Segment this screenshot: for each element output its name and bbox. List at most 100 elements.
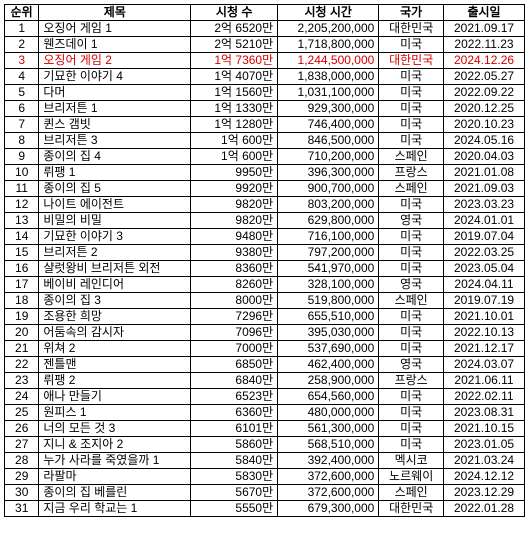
header-country: 국가 bbox=[379, 5, 444, 21]
date-cell: 2022.05.27 bbox=[444, 69, 525, 85]
date-cell: 2022.03.25 bbox=[444, 245, 525, 261]
table-row: 26너의 모든 것 36101만561,300,000미국2021.10.15 bbox=[5, 421, 525, 437]
views-cell: 6360만 bbox=[191, 405, 278, 421]
hours-cell: 462,400,000 bbox=[278, 357, 379, 373]
hours-cell: 1,718,800,000 bbox=[278, 37, 379, 53]
header-views: 시청 수 bbox=[191, 5, 278, 21]
country-cell: 대한민국 bbox=[379, 53, 444, 69]
hours-cell: 1,838,000,000 bbox=[278, 69, 379, 85]
hours-cell: 929,300,000 bbox=[278, 101, 379, 117]
title-cell: 종이의 집 5 bbox=[39, 181, 191, 197]
views-cell: 6101만 bbox=[191, 421, 278, 437]
date-cell: 2023.01.05 bbox=[444, 437, 525, 453]
rank-cell: 12 bbox=[5, 197, 39, 213]
header-title: 제목 bbox=[39, 5, 191, 21]
views-cell: 6523만 bbox=[191, 389, 278, 405]
views-cell: 7000만 bbox=[191, 341, 278, 357]
table-row: 25원피스 16360만480,000,000미국2023.08.31 bbox=[5, 405, 525, 421]
views-cell: 1억 1280만 bbox=[191, 117, 278, 133]
views-cell: 8260만 bbox=[191, 277, 278, 293]
hours-cell: 710,200,000 bbox=[278, 149, 379, 165]
date-cell: 2024.05.16 bbox=[444, 133, 525, 149]
title-cell: 위쳐 2 bbox=[39, 341, 191, 357]
title-cell: 지니 & 조지아 2 bbox=[39, 437, 191, 453]
date-cell: 2023.03.23 bbox=[444, 197, 525, 213]
country-cell: 미국 bbox=[379, 133, 444, 149]
rank-cell: 30 bbox=[5, 485, 39, 501]
table-row: 1오징어 게임 12억 6520만2,205,200,000대한민국2021.0… bbox=[5, 21, 525, 37]
table-row: 22젠틀맨6850만462,400,000영국2024.03.07 bbox=[5, 357, 525, 373]
title-cell: 웬즈데이 1 bbox=[39, 37, 191, 53]
rank-cell: 10 bbox=[5, 165, 39, 181]
hours-cell: 541,970,000 bbox=[278, 261, 379, 277]
table-row: 8브리저튼 31억 600만846,500,000미국2024.05.16 bbox=[5, 133, 525, 149]
hours-cell: 392,400,000 bbox=[278, 453, 379, 469]
title-cell: 뤼팽 1 bbox=[39, 165, 191, 181]
hours-cell: 258,900,000 bbox=[278, 373, 379, 389]
date-cell: 2022.09.22 bbox=[444, 85, 525, 101]
title-cell: 너의 모든 것 3 bbox=[39, 421, 191, 437]
date-cell: 2024.12.26 bbox=[444, 53, 525, 69]
country-cell: 미국 bbox=[379, 341, 444, 357]
rank-cell: 31 bbox=[5, 501, 39, 517]
country-cell: 영국 bbox=[379, 357, 444, 373]
hours-cell: 372,600,000 bbox=[278, 485, 379, 501]
title-cell: 브리저튼 3 bbox=[39, 133, 191, 149]
header-rank: 순위 bbox=[5, 5, 39, 21]
title-cell: 라팔마 bbox=[39, 469, 191, 485]
title-cell: 원피스 1 bbox=[39, 405, 191, 421]
views-cell: 9820만 bbox=[191, 197, 278, 213]
country-cell: 멕시코 bbox=[379, 453, 444, 469]
country-cell: 미국 bbox=[379, 117, 444, 133]
title-cell: 젠틀맨 bbox=[39, 357, 191, 373]
table-row: 16샬럿왕비 브리저튼 외전8360만541,970,000미국2023.05.… bbox=[5, 261, 525, 277]
views-cell: 1억 1560만 bbox=[191, 85, 278, 101]
date-cell: 2021.03.24 bbox=[444, 453, 525, 469]
table-row: 15브리저튼 29380만797,200,000미국2022.03.25 bbox=[5, 245, 525, 261]
rank-cell: 16 bbox=[5, 261, 39, 277]
views-cell: 7096만 bbox=[191, 325, 278, 341]
date-cell: 2023.08.31 bbox=[444, 405, 525, 421]
title-cell: 뤼팽 2 bbox=[39, 373, 191, 389]
hours-cell: 2,205,200,000 bbox=[278, 21, 379, 37]
rank-cell: 1 bbox=[5, 21, 39, 37]
table-row: 13비밀의 비밀9820만629,800,000영국2024.01.01 bbox=[5, 213, 525, 229]
views-cell: 1억 600만 bbox=[191, 149, 278, 165]
date-cell: 2019.07.04 bbox=[444, 229, 525, 245]
hours-cell: 396,300,000 bbox=[278, 165, 379, 181]
rank-cell: 20 bbox=[5, 325, 39, 341]
country-cell: 미국 bbox=[379, 389, 444, 405]
title-cell: 오징어 게임 2 bbox=[39, 53, 191, 69]
country-cell: 프랑스 bbox=[379, 373, 444, 389]
table-row: 20어둠속의 감시자7096만395,030,000미국2022.10.13 bbox=[5, 325, 525, 341]
date-cell: 2023.05.04 bbox=[444, 261, 525, 277]
date-cell: 2021.12.17 bbox=[444, 341, 525, 357]
table-row: 18종이의 집 38000만519,800,000스페인2019.07.19 bbox=[5, 293, 525, 309]
rank-cell: 25 bbox=[5, 405, 39, 421]
table-row: 17베이비 레인디어8260만328,100,000영국2024.04.11 bbox=[5, 277, 525, 293]
hours-cell: 537,690,000 bbox=[278, 341, 379, 357]
title-cell: 종이의 집 3 bbox=[39, 293, 191, 309]
views-cell: 8000만 bbox=[191, 293, 278, 309]
title-cell: 브리저튼 2 bbox=[39, 245, 191, 261]
hours-cell: 846,500,000 bbox=[278, 133, 379, 149]
hours-cell: 372,600,000 bbox=[278, 469, 379, 485]
rank-cell: 19 bbox=[5, 309, 39, 325]
date-cell: 2024.01.01 bbox=[444, 213, 525, 229]
hours-cell: 328,100,000 bbox=[278, 277, 379, 293]
views-cell: 9480만 bbox=[191, 229, 278, 245]
date-cell: 2020.04.03 bbox=[444, 149, 525, 165]
date-cell: 2023.12.29 bbox=[444, 485, 525, 501]
date-cell: 2021.06.11 bbox=[444, 373, 525, 389]
rank-cell: 15 bbox=[5, 245, 39, 261]
title-cell: 나이트 에이전트 bbox=[39, 197, 191, 213]
views-cell: 1억 1330만 bbox=[191, 101, 278, 117]
table-row: 6브리저튼 11억 1330만929,300,000미국2020.12.25 bbox=[5, 101, 525, 117]
table-row: 9종이의 집 41억 600만710,200,000스페인2020.04.03 bbox=[5, 149, 525, 165]
table-row: 23뤼팽 26840만258,900,000프랑스2021.06.11 bbox=[5, 373, 525, 389]
hours-cell: 629,800,000 bbox=[278, 213, 379, 229]
date-cell: 2021.09.17 bbox=[444, 21, 525, 37]
country-cell: 미국 bbox=[379, 437, 444, 453]
table-row: 29라팔마5830만372,600,000노르웨이2024.12.12 bbox=[5, 469, 525, 485]
rank-cell: 27 bbox=[5, 437, 39, 453]
